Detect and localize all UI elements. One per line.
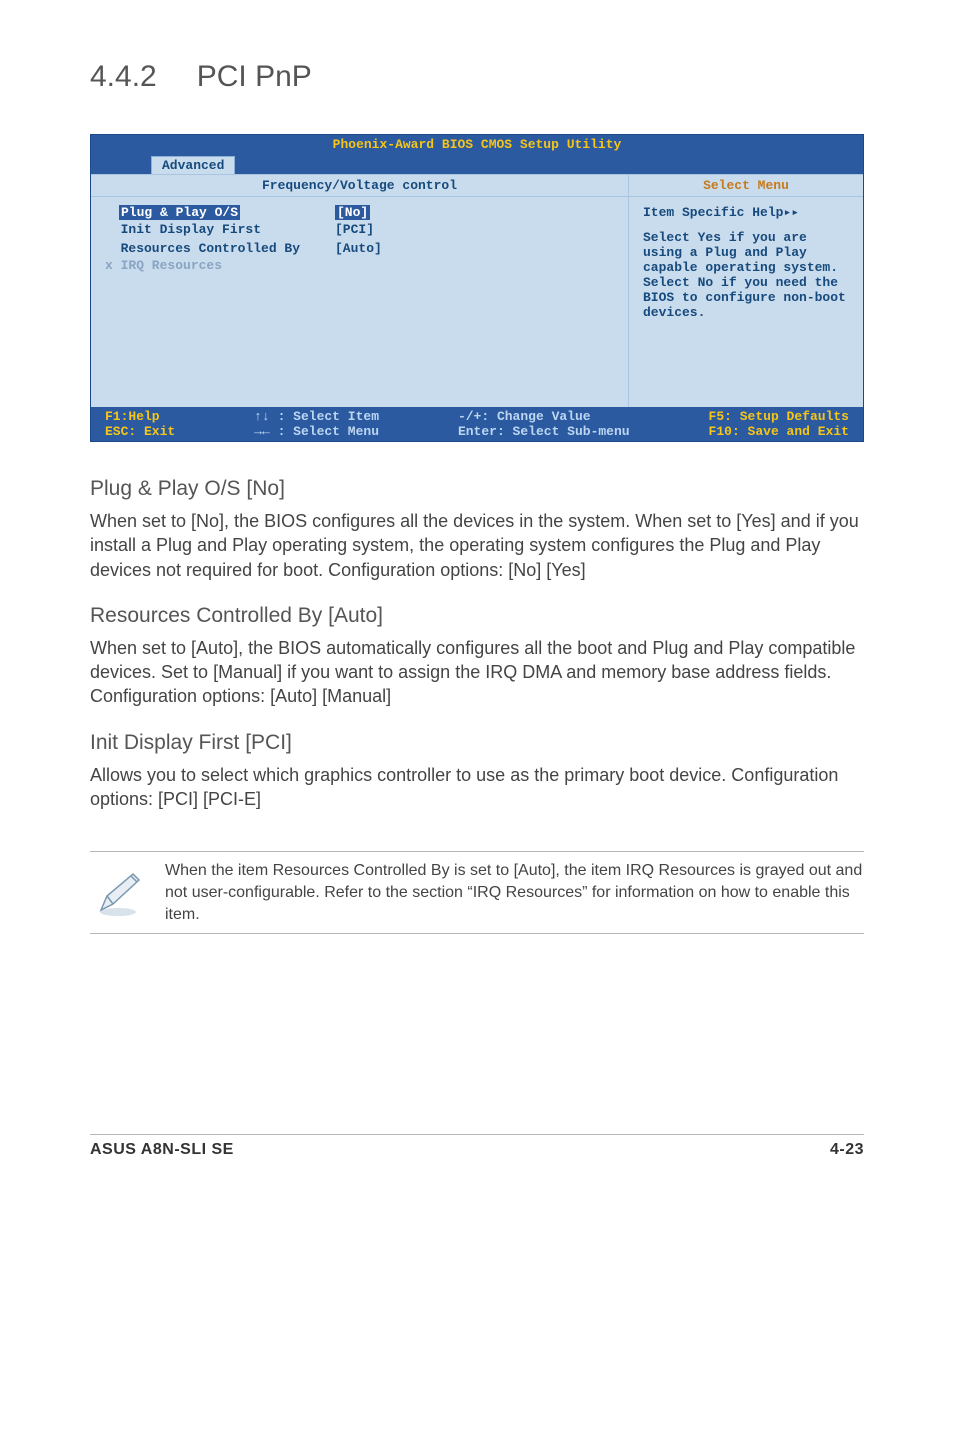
tab-advanced[interactable]: Advanced: [151, 156, 235, 174]
key-updown: ↑↓ : Select Item: [254, 409, 379, 424]
key-leftright: →← : Select Menu: [254, 424, 379, 439]
footer-left: ASUS A8N-SLI SE: [90, 1141, 234, 1159]
right-panel-header: Select Menu: [629, 174, 863, 197]
page-footer: ASUS A8N-SLI SE 4-23: [90, 1134, 864, 1159]
subhead-init-display: Init Display First [PCI]: [90, 731, 864, 755]
setting-label: x IRQ Resources: [105, 258, 335, 273]
setting-value[interactable]: [No]: [335, 205, 370, 220]
key-plusminus: -/+: Change Value: [458, 409, 591, 424]
setting-value[interactable]: [Auto]: [335, 241, 382, 256]
key-f10: F10: Save and Exit: [709, 424, 849, 439]
section-heading: 4.4.2 PCI PnP: [90, 60, 864, 94]
bios-row[interactable]: x IRQ Resources: [105, 258, 614, 273]
bios-tabbar: Advanced: [91, 154, 863, 174]
chevron-right-icon: ▸▸: [783, 205, 799, 220]
bios-settings-body: Plug & Play O/S[No] Init Display First[P…: [91, 197, 628, 407]
bios-row[interactable]: Resources Controlled By[Auto]: [105, 241, 614, 256]
bios-titlebar: Phoenix-Award BIOS CMOS Setup Utility: [91, 135, 863, 154]
footer-right: 4-23: [830, 1141, 864, 1159]
setting-label: Init Display First: [105, 222, 335, 237]
subhead-resources: Resources Controlled By [Auto]: [90, 604, 864, 628]
key-f5: F5: Setup Defaults: [709, 409, 849, 424]
bios-footer: F1:Help ESC: Exit ↑↓ : Select Item →← : …: [91, 407, 863, 441]
pencil-icon: [90, 865, 145, 920]
setting-label: Resources Controlled By: [105, 241, 335, 256]
key-esc: ESC: Exit: [105, 424, 175, 439]
key-enter: Enter: Select Sub-menu: [458, 424, 630, 439]
setting-value[interactable]: [PCI]: [335, 222, 374, 237]
note-box: When the item Resources Controlled By is…: [90, 851, 864, 934]
subhead-plug-play: Plug & Play O/S [No]: [90, 477, 864, 501]
paragraph: When set to [No], the BIOS configures al…: [90, 509, 864, 582]
bios-row[interactable]: Init Display First[PCI]: [105, 222, 614, 237]
setting-label: Plug & Play O/S: [105, 205, 335, 220]
note-text: When the item Resources Controlled By is…: [165, 860, 864, 925]
bios-row[interactable]: Plug & Play O/S[No]: [105, 205, 614, 220]
left-panel-header: Frequency/Voltage control: [91, 174, 628, 197]
help-title: Item Specific Help▸▸: [643, 205, 853, 220]
help-text: Select Yes if you are using a Plug and P…: [643, 230, 853, 320]
key-f1: F1:Help: [105, 409, 160, 424]
section-title: PCI PnP: [197, 60, 312, 93]
section-number: 4.4.2: [90, 60, 157, 93]
paragraph: When set to [Auto], the BIOS automatical…: [90, 636, 864, 709]
bios-screenshot: Phoenix-Award BIOS CMOS Setup Utility Ad…: [90, 134, 864, 442]
paragraph: Allows you to select which graphics cont…: [90, 763, 864, 812]
bios-help-body: Item Specific Help▸▸ Select Yes if you a…: [629, 197, 863, 407]
